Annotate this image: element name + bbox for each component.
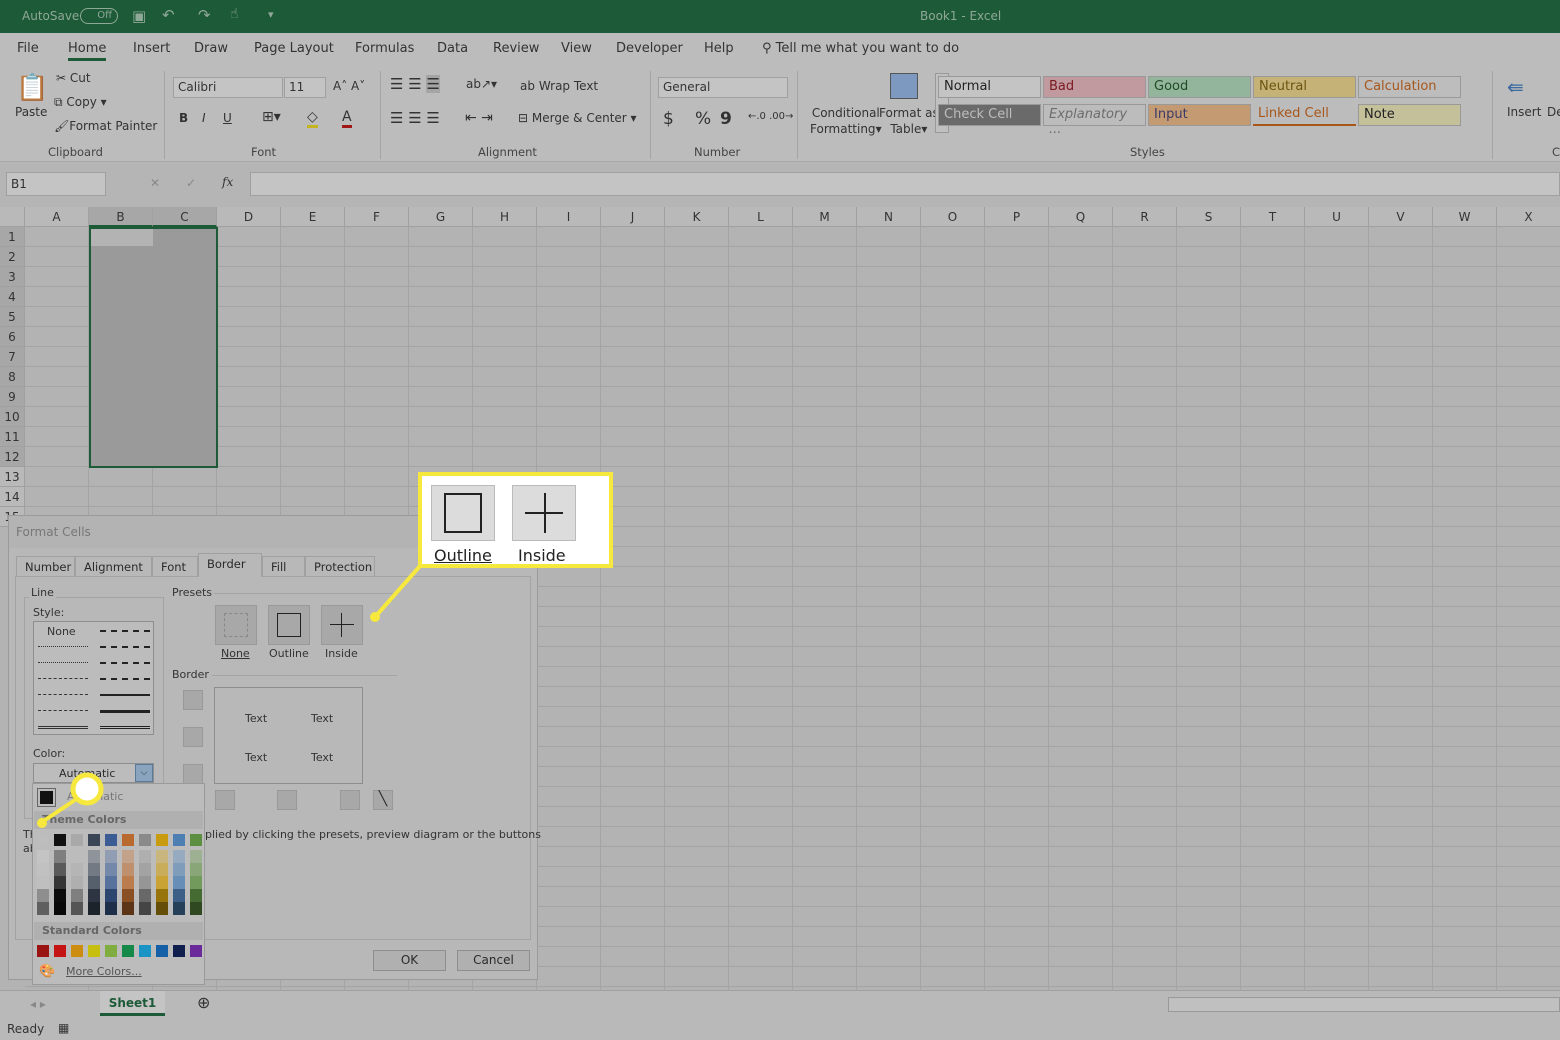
callout-lines	[37, 564, 422, 828]
callout-inside-label: Inside	[518, 546, 566, 565]
inside-preset-zoomed	[512, 485, 576, 541]
dialog-tab-border[interactable]: Border	[198, 553, 262, 577]
callout-outline-label: Outline	[434, 546, 492, 565]
zoom-callout: Outline Inside	[418, 472, 613, 568]
outline-preset-zoomed	[431, 485, 495, 541]
